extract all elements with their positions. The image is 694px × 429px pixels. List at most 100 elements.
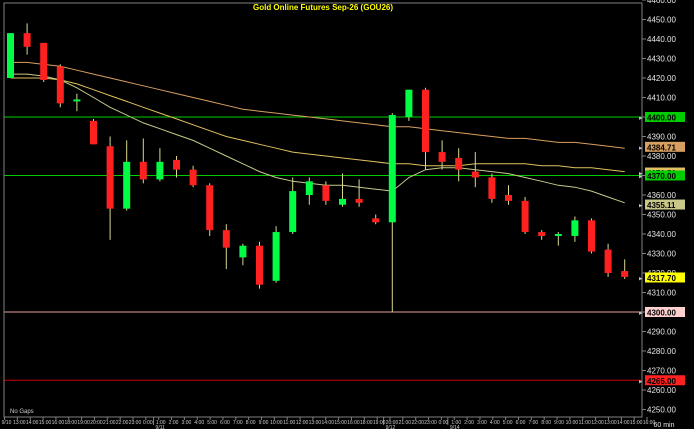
x-tick-label: 18:00 — [360, 420, 373, 426]
candle-body — [604, 249, 612, 273]
candle-body — [355, 198, 363, 203]
price-tag-label: 4265.00 — [647, 377, 676, 386]
candle-body — [256, 245, 263, 285]
x-tick-label: 0:00 — [439, 420, 449, 426]
candle-body — [90, 120, 97, 145]
price-tag: ▸ 4400.00 — [639, 112, 685, 123]
x-tick-label: 12:00 — [296, 420, 309, 426]
price-tag-label: 4384.71 — [647, 143, 676, 152]
x-tick-label: 22:00 — [116, 420, 129, 426]
y-tick-label: 4250.00 — [647, 406, 676, 415]
y-tick-label: 4270.00 — [647, 367, 676, 376]
x-tick-label: 3:00 — [182, 420, 192, 426]
x-tick-label: 13:00 — [309, 420, 322, 426]
candle — [40, 42, 48, 82]
price-tag-label: 4370.00 — [647, 172, 676, 181]
candle — [488, 173, 496, 203]
date-marker-label: 9/11 — [156, 425, 166, 429]
price-tag: ▸ 4355.11 — [639, 199, 685, 210]
candle-body — [488, 177, 496, 199]
x-tick-label: 14:00 — [617, 420, 630, 426]
candle-body — [538, 232, 546, 236]
candle-body — [322, 185, 330, 201]
candle-body — [23, 33, 31, 47]
candle-body — [156, 161, 164, 180]
no-gaps-note: No Gaps — [10, 409, 34, 415]
y-tick-label: 4390.00 — [647, 133, 676, 142]
candle-body — [272, 232, 280, 281]
candle-body — [571, 220, 579, 236]
candle — [405, 89, 413, 121]
y-tick-label: 4430.00 — [647, 55, 676, 64]
candle — [521, 196, 529, 234]
candle-body — [455, 157, 463, 170]
candle — [90, 118, 97, 145]
candle-body — [505, 195, 512, 201]
candle-body — [438, 152, 446, 162]
x-tick-label: 21:00 — [103, 420, 116, 426]
x-tick-label: 5:00 — [503, 420, 513, 426]
x-tick-label: 10:00 — [270, 420, 283, 426]
x-tick-label: 11:00 — [283, 420, 295, 426]
x-tick-label: 16:00 — [347, 420, 360, 426]
x-tick-label: 9:00 — [554, 420, 564, 426]
x-tick-label: 18:00 — [64, 420, 77, 426]
candle-body — [588, 220, 595, 252]
candle-body — [305, 181, 313, 195]
y-tick-label: 4330.00 — [647, 250, 676, 259]
price-tag-arrow: ▸ — [639, 174, 643, 181]
candle — [256, 241, 263, 289]
y-tick-label: 4290.00 — [647, 328, 676, 337]
candle-body — [206, 185, 214, 231]
y-tick-label: 4310.00 — [647, 289, 676, 298]
price-tag-arrow: ▸ — [639, 275, 643, 282]
x-tick-label: 2:00 — [169, 420, 179, 426]
price-tag-label: 4317.70 — [647, 274, 676, 283]
price-tag: ▸ 4265.00 — [639, 375, 685, 386]
candle-body — [239, 245, 247, 258]
x-tick-label: 15:00 — [334, 420, 347, 426]
y-tick-label: 4260.00 — [647, 386, 676, 395]
candle-body — [388, 115, 396, 223]
x-tick-label: 3:00 — [477, 420, 487, 426]
x-tick-label: 7:00 — [528, 420, 538, 426]
chart-title: Gold Online Futures Sep-26 (GOU26) — [253, 3, 393, 12]
candle-body — [289, 191, 297, 233]
price-tag-arrow: ▸ — [639, 310, 643, 317]
x-tick-label: 21:00 — [399, 420, 412, 426]
candle — [206, 183, 214, 236]
price-tag: ▸ 4370.00 — [639, 170, 685, 181]
candle-body — [339, 198, 346, 205]
x-tick-label: 19:00 — [373, 420, 386, 426]
price-tag-arrow: ▸ — [639, 203, 643, 210]
x-tick-label: 10:00 — [566, 420, 579, 426]
candle-body — [222, 230, 230, 248]
candle-body — [56, 66, 64, 104]
candle-body — [189, 169, 197, 186]
y-tick-label: 4460.00 — [647, 0, 676, 5]
x-tick-label: 14:00 — [26, 420, 39, 426]
candle-body — [405, 89, 413, 117]
x-tick-label: 4:00 — [490, 420, 500, 426]
price-tag-arrow: ▸ — [639, 115, 643, 122]
price-tag-arrow: ▸ — [639, 378, 643, 385]
x-tick-label: 15:00 — [630, 420, 643, 426]
candle-body — [422, 89, 429, 153]
price-tag: ▸ 4317.70 — [639, 272, 685, 283]
x-tick-label: 13:00 — [13, 420, 26, 426]
x-tick-label: 2:00 — [464, 420, 474, 426]
price-tag: ▸ 4384.71 — [639, 141, 685, 152]
y-tick-label: 4380.00 — [647, 152, 676, 161]
x-tick-label: 14:00 — [321, 420, 334, 426]
x-tick-label: 5:00 — [207, 420, 217, 426]
candle — [272, 226, 280, 283]
x-tick-label: 20:00 — [90, 420, 103, 426]
x-tick-label: 8:00 — [541, 420, 551, 426]
x-tick-label: 9/10 — [2, 420, 12, 426]
x-tick-label: 15:00 — [39, 420, 52, 426]
x-tick-label: 9:00 — [259, 420, 269, 426]
x-tick-label: 6:00 — [516, 420, 526, 426]
chart-canvas: 4250.00 4260.00 4270.00 4280.00 4290.00 4300.… — [0, 0, 694, 429]
candle — [7, 33, 14, 78]
x-tick-label: 8:00 — [246, 420, 256, 426]
